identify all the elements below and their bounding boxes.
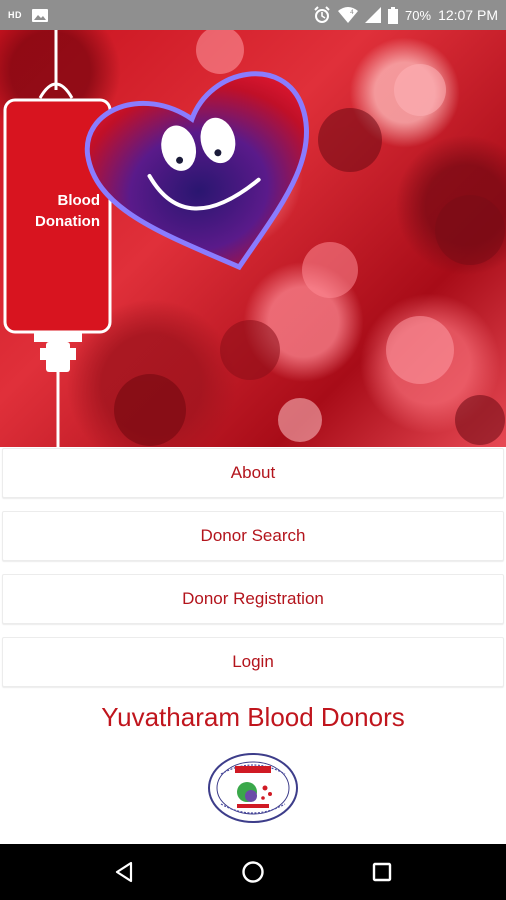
svg-text:4: 4 [350, 9, 354, 16]
organization-title: Yuvatharam Blood Donors [101, 702, 405, 732]
signal-icon [365, 7, 382, 23]
hero-banner: Blood Donation [0, 30, 506, 447]
clock: 12:07 PM [438, 7, 498, 23]
bag-label-line1: Blood [58, 192, 101, 209]
image-icon [32, 8, 48, 22]
navigation-bar [0, 844, 506, 900]
wifi-icon: 4 [338, 7, 359, 23]
hd-badge: HD [8, 10, 22, 20]
blood-bag-illustration [3, 30, 112, 447]
status-left: HD [8, 8, 48, 22]
battery-icon [388, 6, 399, 24]
about-button[interactable]: About [2, 448, 504, 498]
back-icon[interactable] [104, 852, 144, 892]
bag-label-line2: Donation [35, 213, 100, 230]
login-button[interactable]: Login [2, 637, 504, 687]
recents-icon[interactable] [362, 852, 402, 892]
battery-percent: 70% [405, 7, 432, 23]
heart-mascot-icon [84, 71, 310, 271]
status-bar: HD 4 70% 12:07 PM [0, 0, 506, 30]
alarm-icon [313, 6, 331, 24]
status-right: 4 70% 12:07 PM [313, 6, 498, 24]
organization-logo-seal [207, 752, 299, 829]
home-icon[interactable] [233, 852, 273, 892]
donor-registration-button[interactable]: Donor Registration [2, 574, 504, 624]
donor-search-button[interactable]: Donor Search [2, 511, 504, 561]
